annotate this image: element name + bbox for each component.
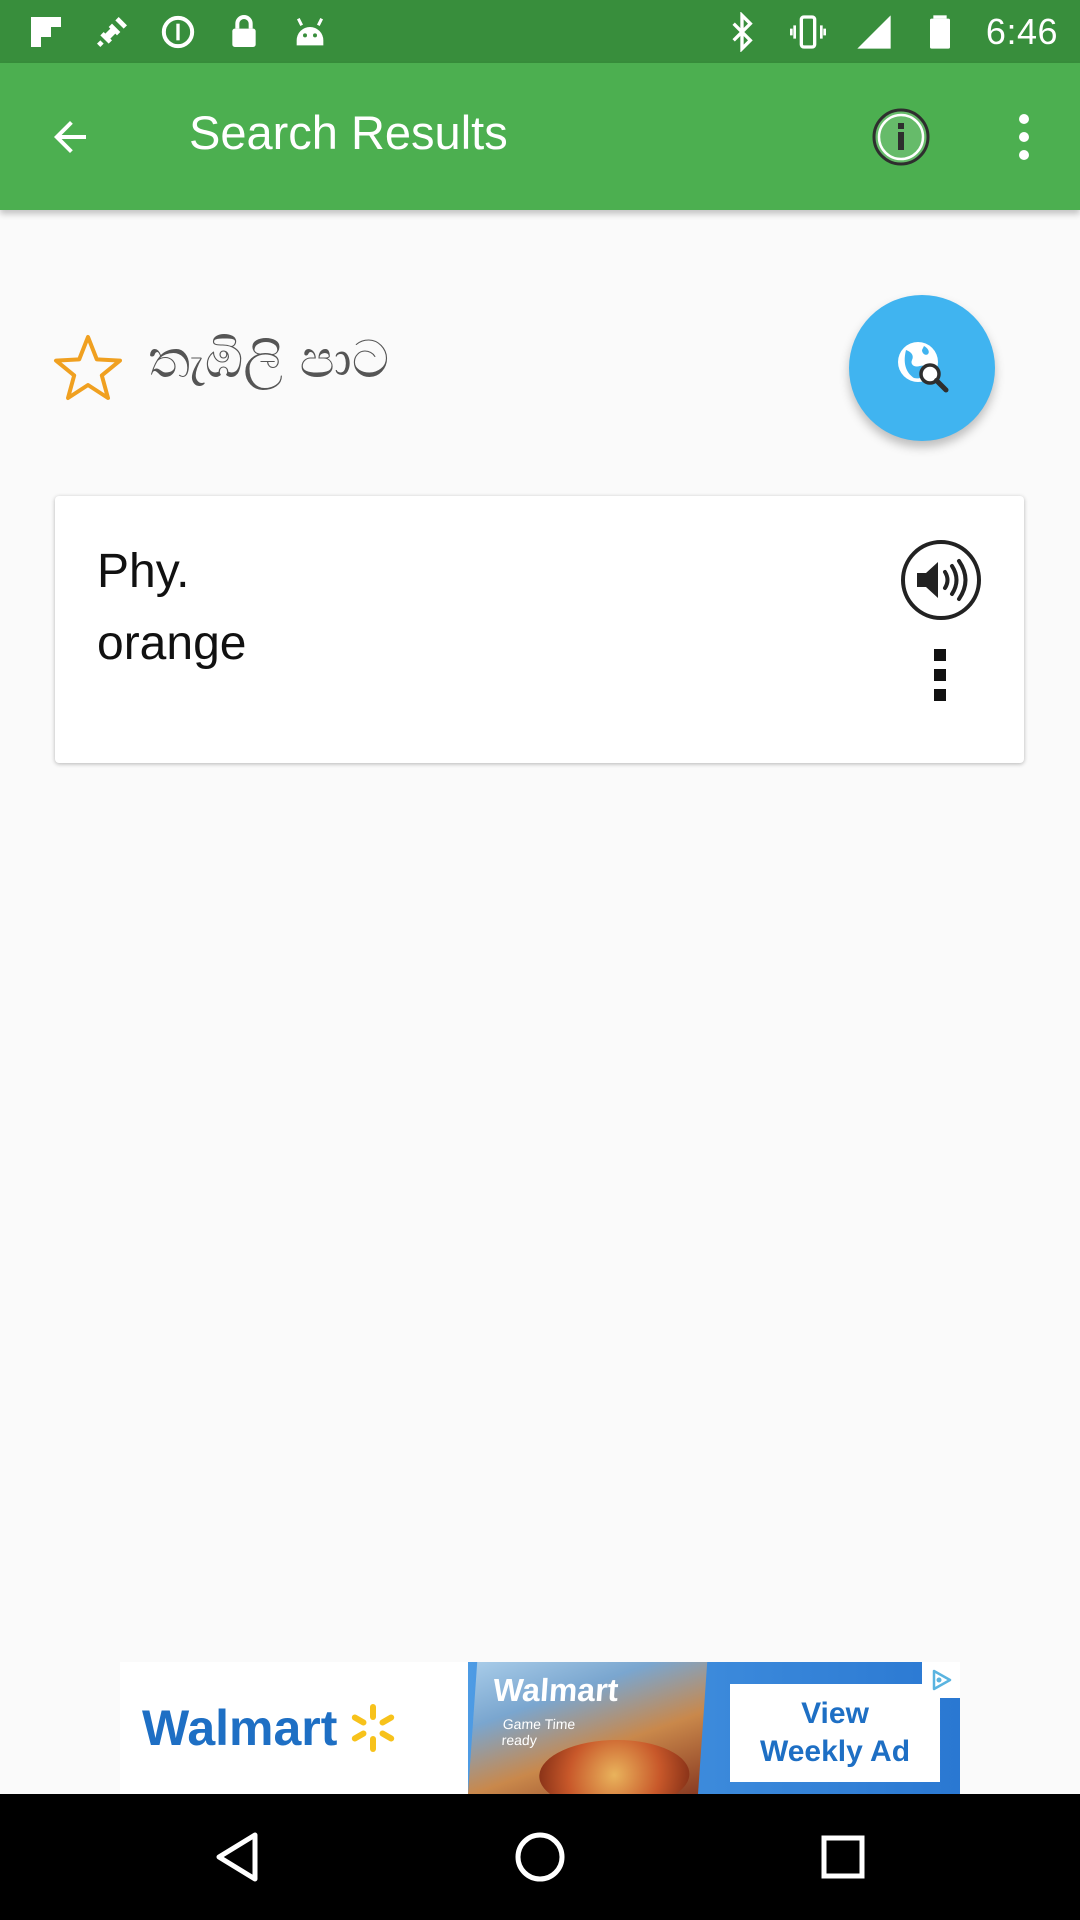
- ad-choices-icon[interactable]: [922, 1662, 960, 1698]
- page-title: Search Results: [189, 106, 508, 159]
- recents-square-icon: [821, 1835, 865, 1879]
- status-left: [26, 12, 330, 52]
- nav-back-button[interactable]: [202, 1822, 272, 1892]
- battery-icon: [920, 12, 960, 52]
- ad-food-image: [536, 1740, 692, 1794]
- info-button[interactable]: [870, 106, 932, 168]
- ad-cta-button[interactable]: View Weekly Ad: [730, 1684, 940, 1782]
- meaning-card: Phy. orange: [55, 496, 1024, 763]
- bluetooth-icon: [722, 11, 762, 52]
- walmart-spark-icon: [352, 1704, 395, 1752]
- speak-button[interactable]: [899, 538, 983, 622]
- lock-icon: [224, 12, 264, 52]
- ad-left-panel: Walmart: [120, 1662, 470, 1794]
- favorite-button[interactable]: [52, 333, 124, 403]
- signal-icon: [854, 12, 894, 52]
- status-bar: 6:46: [0, 0, 1080, 63]
- ad-photo-brand: Walmart: [492, 1672, 620, 1708]
- navigation-bar: [0, 1794, 1080, 1920]
- more-vertical-icon: [934, 649, 946, 701]
- status-time: 6:46: [985, 10, 1058, 52]
- back-button[interactable]: [40, 107, 100, 167]
- search-word: තැඹිලි පාට: [148, 330, 390, 390]
- android-icon: [290, 12, 330, 52]
- web-search-button[interactable]: [849, 295, 995, 441]
- speaker-icon: [901, 540, 981, 620]
- ad-right-panel: Walmart Game Time ready View Weekly Ad: [468, 1662, 960, 1794]
- back-triangle-icon: [216, 1832, 258, 1882]
- screen: 6:46 Search Results තැඹිලි පාට Phy. oran…: [0, 0, 1080, 1920]
- status-right: 6:46: [722, 11, 1058, 53]
- more-vertical-icon: [1019, 114, 1029, 160]
- flipboard-icon: [26, 12, 66, 52]
- nav-home-button[interactable]: [505, 1822, 575, 1892]
- star-outline-icon: [54, 335, 122, 400]
- part-of-speech-label: Phy.: [97, 545, 190, 598]
- ad-cta-line1: View: [801, 1697, 869, 1730]
- vibrate-icon: [788, 12, 828, 52]
- ad-brand: Walmart: [142, 1700, 338, 1756]
- ad-photo-subtext: Game Time ready: [501, 1716, 576, 1748]
- ad-banner[interactable]: Walmart Walmart Game Time ready View Wee…: [120, 1662, 960, 1794]
- app-bar: Search Results: [0, 63, 1080, 210]
- meaning-text: orange: [97, 617, 247, 670]
- card-options-button[interactable]: [917, 646, 963, 704]
- nav-recents-button[interactable]: [808, 1822, 878, 1892]
- data-saver-icon: [158, 12, 198, 52]
- ad-cta-line2: Weekly Ad: [759, 1735, 911, 1768]
- ad-photo: Walmart Game Time ready: [468, 1662, 708, 1794]
- arrow-left-icon: [54, 121, 86, 153]
- globe-search-icon: [898, 342, 949, 393]
- info-icon: [872, 108, 930, 166]
- fake-gps-icon: [92, 12, 132, 52]
- overflow-menu-button[interactable]: [1004, 103, 1044, 171]
- home-circle-icon: [515, 1832, 565, 1882]
